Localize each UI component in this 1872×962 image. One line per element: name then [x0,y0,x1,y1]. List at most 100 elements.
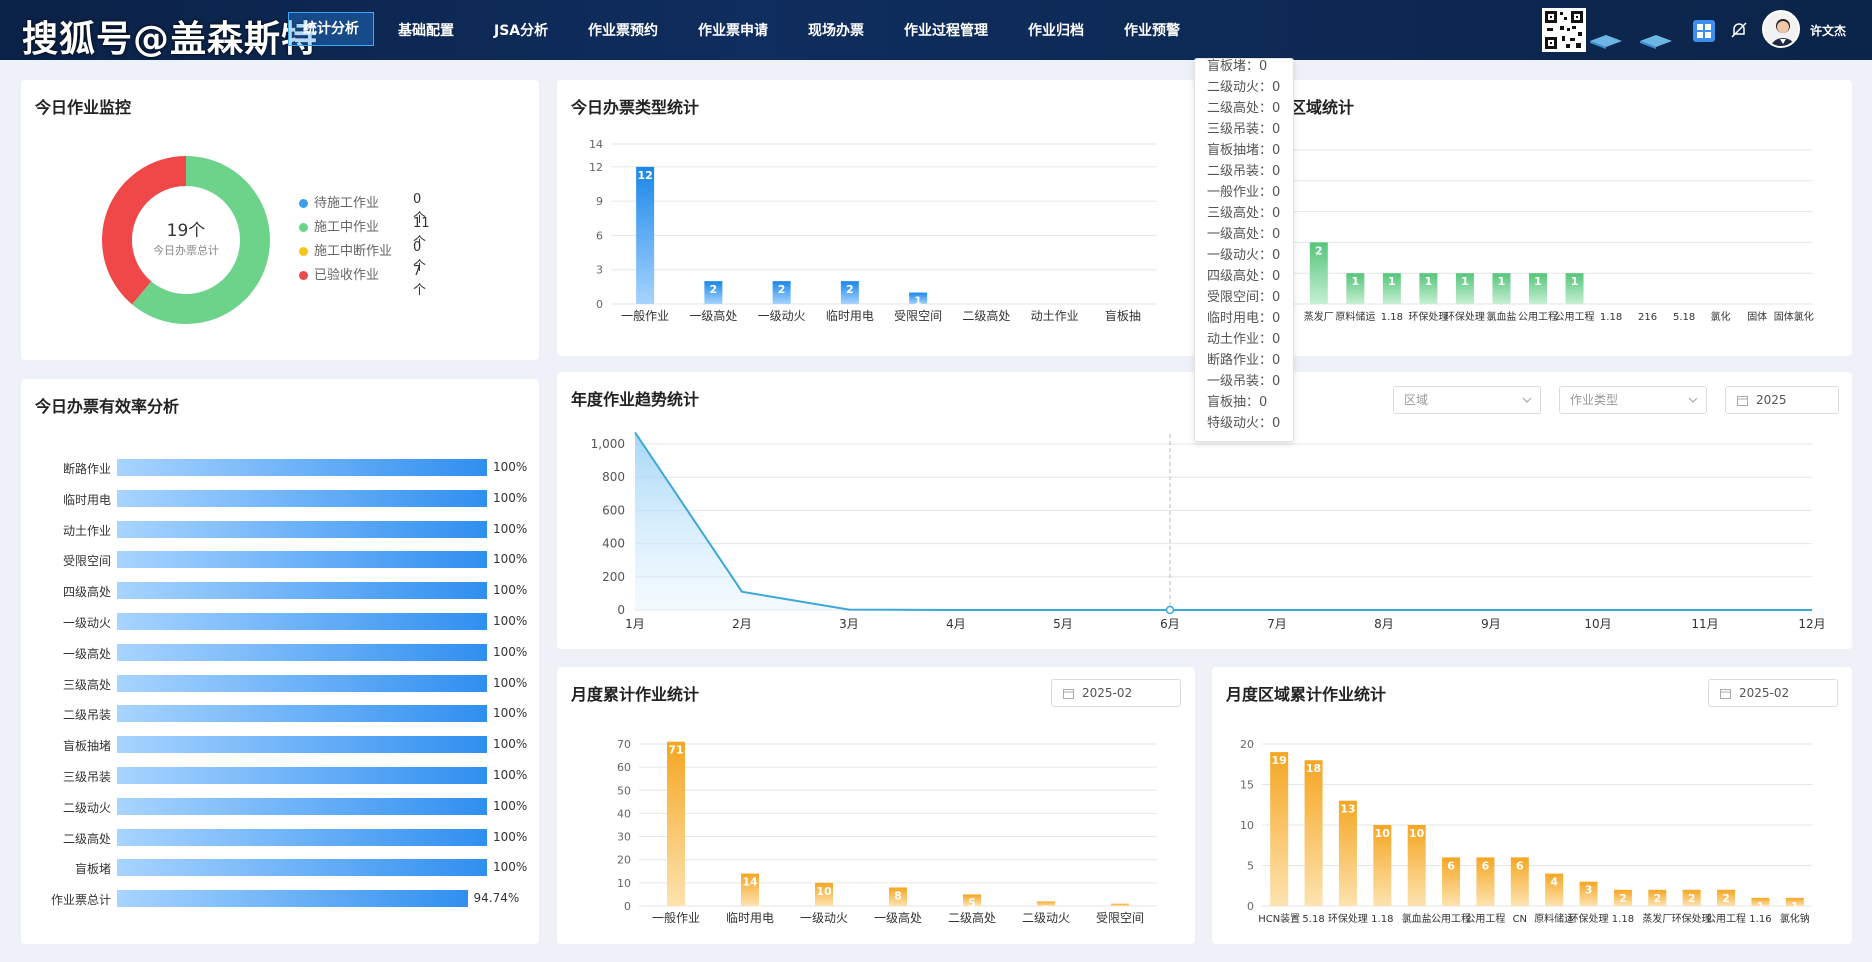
x-tick-label: 二级高处 [948,910,996,925]
efficiency-percent: 100% [493,490,528,505]
x-tick-label: 9月 [1481,617,1501,631]
efficiency-bar [117,520,487,538]
tooltip-row: 一般作业：0 [1207,185,1281,200]
monthly-date-picker[interactable]: 2025-02 [1051,679,1181,707]
x-tick-label: 5.18 [1673,312,1695,323]
x-tick-label: 公用工程 [1518,311,1558,323]
x-tick-label: 环保处理 [1445,310,1485,323]
x-tick-label: 盲板抽 [1105,308,1141,323]
notification-muted-icon[interactable] [1730,21,1748,39]
nav-tab-process-management[interactable]: 作业过程管理 [904,20,988,40]
efficiency-percent: 100% [493,675,528,690]
job-type-select[interactable]: 作业类型 [1559,386,1707,414]
tooltip-row: 临时用电：0 [1207,311,1281,326]
y-tick-label: 5 [1247,860,1254,873]
area-select[interactable]: 区域 [1393,386,1541,414]
device-icon-1[interactable] [1588,32,1624,50]
x-tick-label: 公用工程 [1465,913,1505,925]
legend-label: 待施工作业 [314,196,380,211]
top-navigation-bar: 搜狐号@盖森斯特 统计分析 基础配置 JSA分析 作业票预约 作业票申请 现场办… [0,0,1872,60]
tooltip-row: 一级高处：0 [1207,227,1281,242]
avatar[interactable] [1762,10,1800,48]
x-tick-label: 11月 [1691,617,1718,631]
efficiency-bar [117,890,468,908]
efficiency-row-label: 动土作业 [62,523,111,538]
bar-value-label: 1 [914,295,922,308]
efficiency-bar [117,582,487,600]
nav-tab-statistics[interactable]: 统计分析 [288,12,374,46]
efficiency-percent: 100% [493,798,528,813]
x-tick-label: 固体 [1747,311,1767,323]
bar [636,166,655,304]
x-tick-label: 1.18 [1612,914,1634,925]
y-tick-label: 40 [617,807,631,820]
grid-app-icon[interactable] [1693,20,1715,42]
device-icon-2[interactable] [1638,32,1674,50]
chevron-down-icon [1522,397,1532,403]
job-type-select-value: 作业类型 [1570,393,1619,407]
y-tick-label: 10 [617,877,631,890]
x-tick-label: 10月 [1584,617,1611,631]
bar-value-label: 5 [968,896,976,909]
nav-tab-jsa[interactable]: JSA分析 [494,20,548,40]
y-tick-label: 9 [596,195,603,208]
bar [1338,800,1357,906]
bar-value-label: 2 [1688,892,1696,905]
monthly-area-date-picker[interactable]: 2025-02 [1708,679,1838,707]
year-picker-value: 2025 [1756,393,1787,407]
bar-value-label: 71 [668,744,683,757]
tooltip-row: 三级高处：0 [1207,206,1281,221]
x-tick-label: CN [1513,914,1527,925]
legend-value: 7个 [413,264,427,298]
x-tick-label: 1月 [625,617,645,631]
y-tick-label: 20 [1240,738,1254,751]
bar-value-label: 1 [1757,900,1765,913]
area-stats-title: 区域统计 [1290,98,1355,117]
bar-value-label: 1 [1498,275,1506,288]
bar-value-label: 2 [1619,892,1627,905]
efficiency-row-label: 断路作业 [62,462,111,476]
bar-value-label: 1 [1425,275,1433,288]
trend-area-chart: 0 200 400 600 800 1,000 1月 2月 3月 4月 5月 6月 7月 8月 9月 10月 1… [591,431,1826,631]
x-tick-label: 8月 [1374,617,1394,631]
tooltip-row: 盲板抽堵：0 [1207,143,1281,158]
y-tick-label: 600 [602,503,625,517]
x-tick-label: 原料储运 [1335,310,1375,323]
trend-line [634,431,1812,611]
bar-value-label: 4 [1550,876,1558,889]
year-picker[interactable]: 2025 [1725,386,1839,414]
tooltip-row: 受限空间：0 [1207,290,1281,305]
area-stats-bar-chart: 45.182蒸发厂1原料储运11.181环保处理1环保处理1氯血盐1公用工程1公… [1264,149,1814,323]
nav-tab-reservation[interactable]: 作业票预约 [588,20,658,40]
x-tick-label: 公用工程 [1706,913,1746,925]
type-stats-bar-chart: 0 3 6 9 12 14 12 一般作业 2 一级高处 2 一级动火 2 临时用电 1受限空间 二级高处 动土… [589,138,1157,323]
monthly-title: 月度累计作业统计 [571,685,700,704]
x-tick-label: 一级高处 [689,308,737,323]
monthly-card: 月度累计作业统计 2025-02 0 10 20 30 40 50 60 70 71 一般作业 14… [557,667,1195,944]
monitor-donut-chart: 19个 今日办票总计 [101,156,270,324]
nav-tab-application[interactable]: 作业票申请 [698,20,768,40]
qr-code-icon[interactable] [1542,8,1586,52]
efficiency-percent: 100% [493,768,528,782]
user-name[interactable]: 许文杰 [1810,22,1846,39]
efficiency-bar [117,613,487,630]
x-tick-label: 6月 [1160,617,1180,631]
nav-tab-basic-config[interactable]: 基础配置 [398,20,454,40]
bar-value-label: 10 [1375,827,1391,840]
bar-value-label: 2 [710,283,718,296]
x-tick-label: 环保处理 [1569,912,1609,925]
bar-value-label: 1 [1534,275,1542,288]
nav-tab-onsite[interactable]: 现场办票 [808,20,864,40]
bar-value-label: 19 [1272,754,1287,767]
monthly-bar-chart: 010203040506070 71一般作业14临时用电10一级动火8一级高处5二… [617,738,1157,925]
legend-interrupted: 施工中断作业 0个 [299,240,426,274]
x-tick-label: 4月 [946,617,966,631]
efficiency-percent: 100% [493,552,528,567]
y-tick-label: 6 [596,229,603,242]
nav-tab-archive[interactable]: 作业归档 [1028,20,1084,40]
x-tick-label: 一级动火 [758,309,806,323]
efficiency-row-label: 盲板抽堵 [62,739,111,754]
nav-tab-warning[interactable]: 作业预警 [1124,20,1180,40]
bar [1304,760,1323,906]
y-tick-label: 10 [1240,819,1254,832]
